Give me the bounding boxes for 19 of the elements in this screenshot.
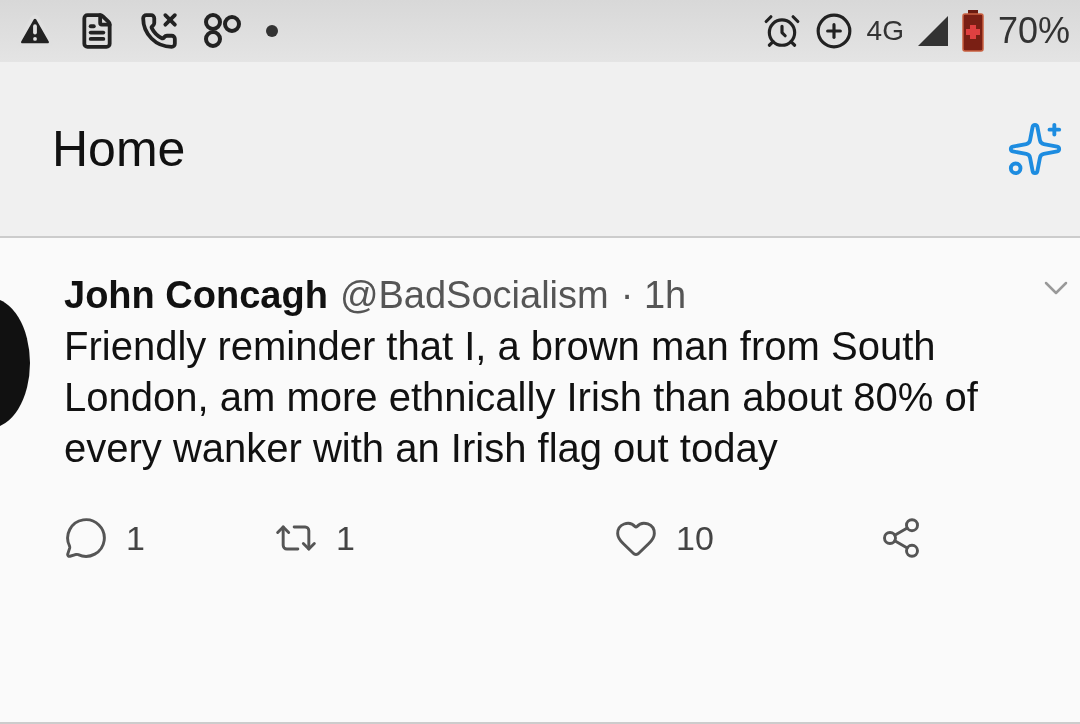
signal-icon bbox=[917, 16, 948, 46]
comment-icon bbox=[64, 516, 108, 560]
reply-button[interactable]: 1 bbox=[64, 516, 274, 560]
missed-call-icon bbox=[140, 12, 178, 50]
post-time: · 1h bbox=[620, 274, 687, 317]
data-saver-icon bbox=[814, 12, 853, 50]
alarm-icon bbox=[762, 12, 801, 50]
notification-dot bbox=[266, 25, 278, 37]
sparkle-icon[interactable] bbox=[1006, 120, 1064, 178]
like-button[interactable]: 10 bbox=[614, 516, 879, 560]
author-handle: @BadSocialism bbox=[339, 274, 609, 317]
voicemail-icon bbox=[202, 12, 242, 50]
battery-icon bbox=[961, 10, 984, 52]
author-name: John Concagh bbox=[64, 274, 328, 317]
battery-level: 70% bbox=[997, 10, 1070, 52]
page-title: Home bbox=[52, 120, 186, 178]
post-text: Friendly reminder that I, a brown man from South London, am more ethnically Irish than about 80% of every wanker with an Irish flag out today bbox=[64, 323, 979, 472]
retweet-button[interactable]: 1 bbox=[274, 516, 614, 560]
network-type: 4G bbox=[866, 15, 904, 47]
